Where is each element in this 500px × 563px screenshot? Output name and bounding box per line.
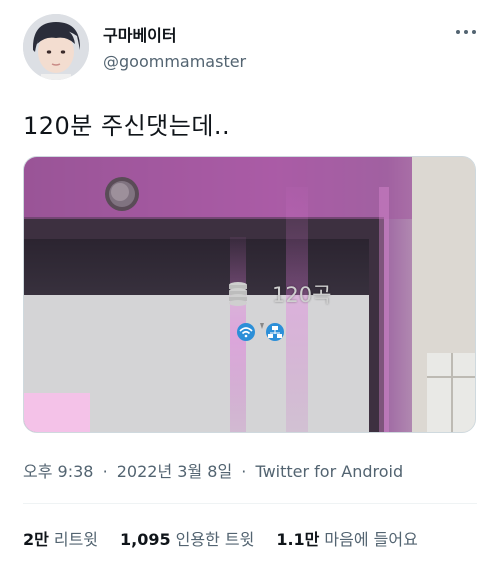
retweets-label: 리트윗 bbox=[53, 530, 99, 549]
tweet-text: 120분 주신댓는데.. bbox=[23, 112, 231, 140]
quotes-count: 1,095 bbox=[120, 530, 171, 549]
tweet-stats: 2만 리트윗 1,095 인용한 트윗 1.1만 마음에 들어요 bbox=[23, 526, 418, 550]
retweets-count: 2만 bbox=[23, 530, 49, 549]
retweets-stat[interactable]: 2만 리트윗 bbox=[23, 526, 98, 550]
wifi-icon bbox=[237, 323, 255, 341]
tweet-photo[interactable]: 120곡 bbox=[23, 156, 476, 433]
storage-stack-icon bbox=[229, 282, 247, 306]
tweet-date[interactable]: 2022년 3월 8일 bbox=[117, 462, 232, 481]
likes-label: 마음에 들어요 bbox=[324, 530, 418, 549]
tweet-source[interactable]: Twitter for Android bbox=[255, 462, 403, 481]
tweet-card: 구마베이터 @goommamaster 120분 주신댓는데.. 120곡 오후… bbox=[0, 0, 500, 563]
tweet-meta: 오후 9:38 · 2022년 3월 8일 · Twitter for Andr… bbox=[23, 458, 403, 482]
avatar[interactable] bbox=[23, 14, 89, 80]
quotes-stat[interactable]: 1,095 인용한 트윗 bbox=[120, 526, 254, 550]
user-handle[interactable]: @goommamaster bbox=[103, 52, 246, 71]
likes-count: 1.1만 bbox=[276, 530, 320, 549]
meta-separator: · bbox=[102, 462, 108, 481]
network-icon bbox=[266, 323, 284, 341]
meta-separator: · bbox=[241, 462, 247, 481]
more-horizontal-icon[interactable] bbox=[452, 22, 480, 42]
quotes-label: 인용한 트윗 bbox=[175, 530, 255, 549]
display-name[interactable]: 구마베이터 bbox=[103, 22, 177, 46]
divider bbox=[23, 503, 477, 504]
tweet-time[interactable]: 오후 9:38 bbox=[23, 462, 93, 481]
media-overlay-text: 120곡 bbox=[272, 283, 332, 307]
likes-stat[interactable]: 1.1만 마음에 들어요 bbox=[276, 526, 417, 550]
